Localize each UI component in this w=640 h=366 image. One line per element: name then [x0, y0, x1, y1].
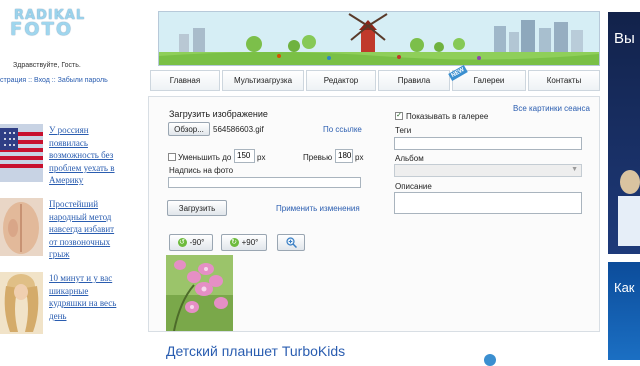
preview-label: Превью: [303, 153, 333, 162]
browse-button[interactable]: Обзор...: [168, 122, 210, 136]
tab-galleries-label: Галереи: [473, 76, 505, 85]
right-ad-top-text: Вы: [614, 30, 635, 47]
description-label: Описание: [395, 182, 432, 191]
uploaded-image-preview[interactable]: [166, 255, 233, 331]
news-link[interactable]: 10 минут и у вас шикарные кудряшки на ве…: [49, 272, 121, 322]
show-in-gallery-label: Показывать в галерее: [406, 112, 489, 121]
ad-info-icon[interactable]: [484, 354, 496, 366]
rotate-right-icon: ↻: [229, 238, 239, 247]
header-banner[interactable]: [158, 11, 600, 66]
site-logo[interactable]: RADIKAL FOTO: [0, 6, 125, 40]
file-name: 564586603.gif: [213, 125, 264, 134]
new-badge: NEW: [448, 65, 468, 81]
reduce-size-input[interactable]: 150: [234, 149, 255, 163]
preview-unit: px: [355, 153, 364, 162]
logo-line2: FOTO: [10, 19, 74, 40]
tags-label: Теги: [395, 126, 412, 135]
tab-editor[interactable]: Редактор: [306, 70, 376, 91]
upload-title: Загрузить изображение: [169, 109, 268, 119]
album-label: Альбом: [395, 154, 424, 163]
description-textarea[interactable]: [394, 192, 582, 214]
rotate-left-icon: ↺: [177, 238, 187, 247]
tags-input[interactable]: [394, 137, 582, 150]
reduce-label: Уменьшить до: [178, 153, 232, 162]
chevron-down-icon: ▼: [571, 166, 578, 173]
by-url-link[interactable]: По ссылке: [323, 125, 362, 134]
tab-home[interactable]: Главная: [150, 70, 220, 91]
tab-multiupload[interactable]: Мультизагрузка: [222, 70, 304, 91]
main-nav: Главная Мультизагрузка Редактор Правила …: [150, 65, 600, 92]
all-session-images-link[interactable]: Все картинки сеанса: [513, 104, 590, 113]
tab-galleries[interactable]: NEW Галереи: [448, 65, 526, 91]
rotate-right-label: +90°: [241, 238, 259, 247]
rotate-left-button[interactable]: ↺ -90°: [169, 234, 213, 251]
back-thumbnail[interactable]: [0, 198, 43, 256]
ad-figure-image: [618, 170, 640, 246]
rotate-left-label: -90°: [189, 238, 205, 247]
footer-ad-title[interactable]: Детский планшет TurboKids: [166, 343, 345, 359]
reduce-checkbox[interactable]: [168, 153, 176, 161]
tab-rules-label: Правила: [397, 76, 431, 85]
curls-thumbnail[interactable]: [0, 272, 43, 334]
flag-thumbnail[interactable]: [0, 124, 43, 182]
news-item[interactable]: Простейший народный метод навсегда избав…: [0, 198, 121, 261]
tab-rules[interactable]: Правила: [378, 70, 450, 91]
news-item[interactable]: 10 минут и у вас шикарные кудряшки на ве…: [0, 272, 120, 334]
news-link[interactable]: У россиян появилась возможность без проб…: [49, 124, 121, 187]
greeting-text: Здравствуйте, Гость.: [13, 62, 81, 69]
upload-button[interactable]: Загрузить: [167, 200, 227, 216]
show-in-gallery-checkbox[interactable]: ✓: [395, 112, 403, 120]
tab-contacts[interactable]: Контакты: [528, 70, 600, 91]
right-ad-bottom[interactable]: Как: [608, 262, 640, 360]
auth-links[interactable]: страция :: Вход :: Забыли пароль: [0, 77, 108, 84]
right-ad-bottom-text: Как: [614, 280, 635, 295]
right-ad-top[interactable]: Вы: [608, 12, 640, 254]
reduce-unit: px: [257, 153, 266, 162]
banner-illustration: [159, 12, 599, 65]
preview-size-input[interactable]: 180: [335, 149, 353, 163]
rotate-right-button[interactable]: ↻ +90°: [221, 234, 267, 251]
caption-label: Надпись на фото: [169, 166, 234, 175]
news-link[interactable]: Простейший народный метод навсегда избав…: [49, 198, 121, 261]
apply-changes-link[interactable]: Применить изменения: [276, 204, 360, 213]
album-select[interactable]: ▼: [394, 164, 582, 177]
caption-input[interactable]: [168, 177, 361, 188]
zoom-icon: [285, 237, 297, 248]
upload-panel: Загрузить изображение Обзор... 564586603…: [148, 96, 600, 332]
news-item[interactable]: У россиян появилась возможность без проб…: [0, 124, 121, 187]
zoom-button[interactable]: [277, 234, 305, 251]
